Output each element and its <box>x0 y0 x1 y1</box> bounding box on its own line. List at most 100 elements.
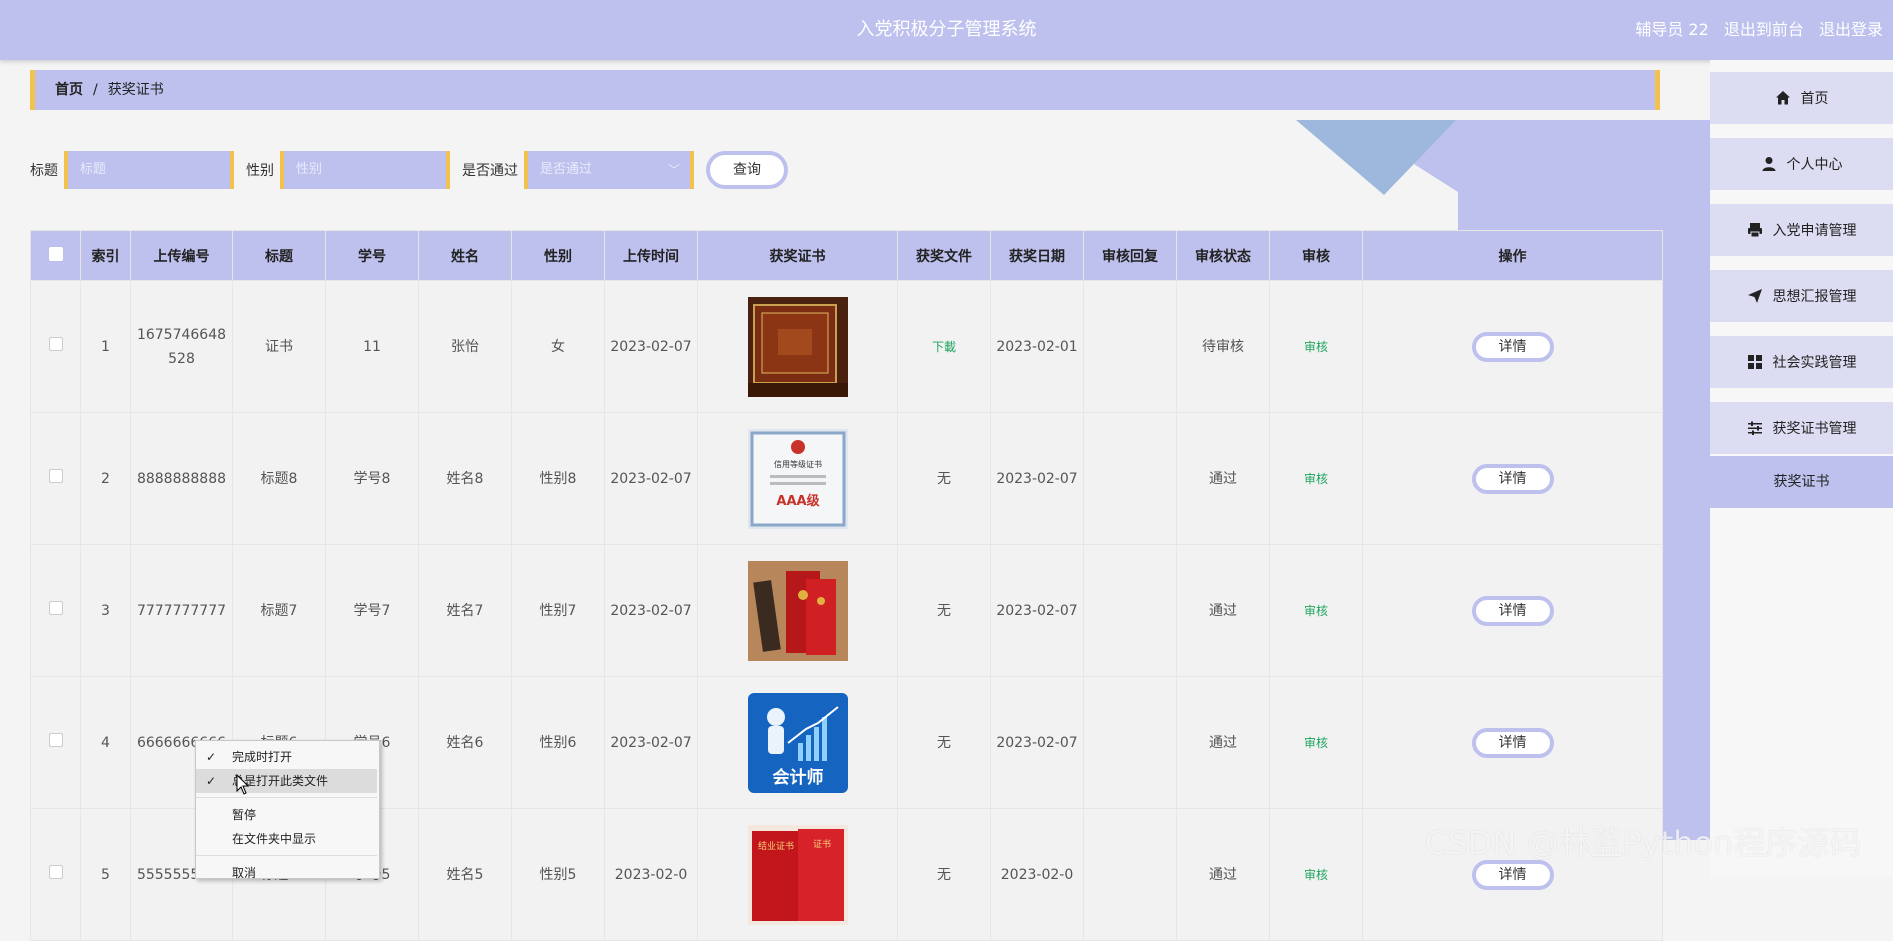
title-search-input[interactable]: 标题 <box>64 151 234 189</box>
detail-button[interactable]: 详情 <box>1471 859 1554 890</box>
detail-button[interactable]: 详情 <box>1471 463 1554 494</box>
row-checkbox[interactable] <box>30 280 81 413</box>
sidebar-item-party-application[interactable]: 入党申请管理 <box>1710 204 1893 256</box>
query-button[interactable]: 查询 <box>706 151 788 189</box>
menu-item-always-open[interactable]: ✓ 总是打开此类文件 <box>196 769 377 793</box>
cell-upload-no: 1675746648528 <box>130 280 233 413</box>
cell-certificate-image: 结业证书 证书 <box>697 808 898 941</box>
checkbox-icon <box>48 732 63 747</box>
menu-item-show-in-folder[interactable]: 在文件夹中显示 <box>196 827 377 851</box>
cell-upload-no: 8888888888 <box>130 412 233 545</box>
col-header: 获奖日期 <box>990 230 1084 281</box>
sidebar-item-thought-report[interactable]: 思想汇报管理 <box>1710 270 1893 322</box>
cell-status: 通过 <box>1176 544 1270 677</box>
col-header: 操作 <box>1362 230 1663 281</box>
checkbox-icon <box>48 246 63 261</box>
certificate-grade-text: AAA级 <box>776 493 820 509</box>
sidebar-item-home[interactable]: 首页 <box>1710 72 1893 124</box>
cell-upload-time: 2023-02-0 <box>604 808 698 941</box>
row-checkbox[interactable] <box>30 808 81 941</box>
cell-name: 张怡 <box>418 280 512 413</box>
cell-certificate-image: 信用等级证书 AAA级 <box>697 412 898 545</box>
cell-name: 姓名7 <box>418 544 512 677</box>
upload-time-text: 2023-02-07 <box>610 602 692 619</box>
logout-link[interactable]: 退出登录 <box>1819 20 1883 39</box>
row-checkbox[interactable] <box>30 412 81 545</box>
menu-divider <box>196 797 377 798</box>
chevron-down-icon: ﹀ <box>667 163 680 177</box>
top-header: 入党积极分子管理系统 辅导员 22 退出到前台 退出登录 <box>0 0 1893 60</box>
breadcrumb-home[interactable]: 首页 <box>55 82 83 98</box>
checkbox-icon <box>48 864 63 879</box>
red-certificate-image[interactable]: 结业证书 证书 <box>747 824 848 925</box>
review-link[interactable]: 审核 <box>1304 868 1328 882</box>
current-user: 辅导员 22 <box>1635 20 1709 39</box>
send-icon <box>1747 289 1762 303</box>
cell-name: 姓名8 <box>418 412 512 545</box>
cell-title: 证书 <box>232 280 326 413</box>
upload-time-text: 2023-02-07 <box>610 734 692 751</box>
cell-award-date: 2023-02-07 <box>990 412 1084 545</box>
review-link[interactable]: 审核 <box>1304 472 1328 486</box>
cell-title: 标题7 <box>232 544 326 677</box>
red-books-image[interactable] <box>747 560 848 661</box>
menu-item-open-when-done[interactable]: ✓ 完成时打开 <box>196 745 377 769</box>
review-link[interactable]: 审核 <box>1304 340 1328 354</box>
review-link[interactable]: 审核 <box>1304 604 1328 618</box>
watermark: CSDN @林蓝Python程序源码 <box>1425 824 1862 862</box>
cell-actions: 详情 <box>1362 544 1663 677</box>
review-link[interactable]: 审核 <box>1304 736 1328 750</box>
menu-item-pause[interactable]: 暂停 <box>196 803 377 827</box>
accountant-image[interactable]: 会计师 <box>747 692 848 793</box>
row-checkbox[interactable] <box>30 544 81 677</box>
cell-status: 通过 <box>1176 808 1270 941</box>
cell-reply <box>1083 808 1177 941</box>
detail-button[interactable]: 详情 <box>1471 331 1554 362</box>
table-row: 2 8888888888 标题8 学号8 姓名8 性别8 2023-02-07 … <box>30 412 1663 545</box>
checkbox-icon <box>48 468 63 483</box>
breadcrumb-current: 获奖证书 <box>107 82 164 98</box>
detail-button[interactable]: 详情 <box>1471 595 1554 626</box>
cell-actions: 详情 <box>1362 412 1663 545</box>
gender-label: 性别 <box>246 163 274 179</box>
upload-no-text: 8888888888 <box>136 470 227 487</box>
red-cert-left-text: 结业证书 <box>757 840 793 852</box>
cell-reply <box>1083 544 1177 677</box>
cell-award-date: 2023-02-01 <box>990 280 1084 413</box>
col-header: 索引 <box>80 230 131 281</box>
exit-to-front-link[interactable]: 退出到前台 <box>1724 20 1804 39</box>
detail-button[interactable]: 详情 <box>1471 727 1554 758</box>
cell-file: 无 <box>897 808 991 941</box>
gender-search-input[interactable]: 性别 <box>280 151 450 189</box>
cell-certificate-image <box>697 544 898 677</box>
cell-review: 审核 <box>1269 412 1363 545</box>
cell-award-date: 2023-02-0 <box>990 808 1084 941</box>
search-bar: 标题 标题 性别 性别 是否通过 是否通过 ﹀ 查询 <box>30 150 788 190</box>
menu-item-cancel[interactable]: 取消 <box>196 861 377 885</box>
upload-time-text: 2023-02-0 <box>614 866 688 883</box>
row-checkbox[interactable] <box>30 676 81 809</box>
sidebar-subitem-award-certificate[interactable]: 获奖证书 <box>1710 456 1893 508</box>
sliders-icon <box>1747 421 1762 435</box>
checkbox-icon <box>48 336 63 351</box>
cell-index: 3 <box>80 544 131 677</box>
download-context-menu: ✓ 完成时打开 ✓ 总是打开此类文件 暂停 在文件夹中显示 取消 <box>195 740 380 880</box>
menu-divider <box>196 855 377 856</box>
sidebar-item-social-practice[interactable]: 社会实践管理 <box>1710 336 1893 388</box>
sidebar-item-award-certificate[interactable]: 获奖证书管理 <box>1710 402 1893 454</box>
cell-certificate-image <box>697 280 898 413</box>
select-all-checkbox[interactable] <box>30 230 81 281</box>
cell-reply <box>1083 280 1177 413</box>
cell-upload-time: 2023-02-07 <box>604 544 698 677</box>
col-header: 标题 <box>232 230 326 281</box>
pass-select[interactable]: 是否通过 ﹀ <box>524 151 694 189</box>
sidebar-item-profile[interactable]: 个人中心 <box>1710 138 1893 190</box>
cell-file: 无 <box>897 412 991 545</box>
credit-certificate-image[interactable]: 信用等级证书 AAA级 <box>747 428 848 529</box>
cell-gender: 性别6 <box>511 676 605 809</box>
cell-file[interactable]: 下載 <box>897 280 991 413</box>
download-link[interactable]: 下載 <box>932 340 956 354</box>
col-header: 上传时间 <box>604 230 698 281</box>
wood-box-image[interactable] <box>747 296 848 397</box>
table-header-row: 索引 上传编号 标题 学号 姓名 性别 上传时间 获奖证书 获奖文件 获奖日期 … <box>30 230 1663 281</box>
